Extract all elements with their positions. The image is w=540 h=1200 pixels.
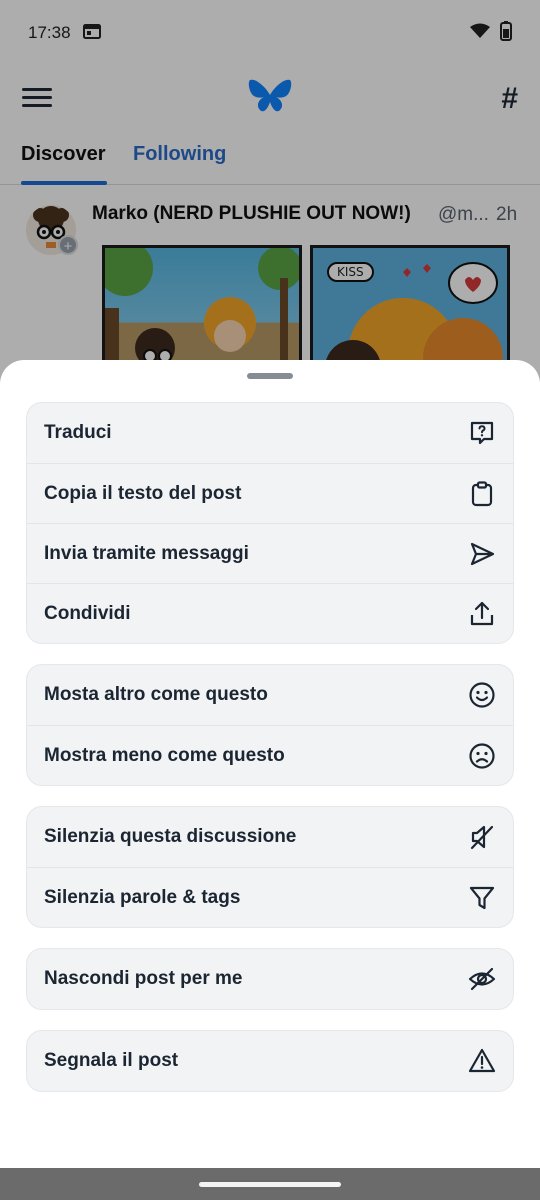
send-icon xyxy=(468,540,496,568)
menu-item-label: Silenzia parole & tags xyxy=(44,886,241,908)
menu-item-hide-post[interactable]: Nascondi post per me xyxy=(27,949,513,1009)
menu-item-show-less[interactable]: Mostra meno come questo xyxy=(27,725,513,785)
mute-icon xyxy=(468,823,496,851)
menu-item-label: Silenzia questa discussione xyxy=(44,826,297,847)
warning-icon xyxy=(468,1047,496,1075)
menu-item-label: Nascondi post per me xyxy=(44,968,243,989)
filter-icon xyxy=(468,884,496,912)
menu-item-label: Condividi xyxy=(44,602,131,624)
frown-icon xyxy=(468,742,496,770)
home-gesture-handle[interactable] xyxy=(199,1182,341,1187)
menu-item-label: Traduci xyxy=(44,422,112,443)
menu-item-copy-text[interactable]: Copia il testo del post xyxy=(27,463,513,523)
menu-item-mute-thread[interactable]: Silenzia questa discussione xyxy=(27,807,513,867)
post-options-sheet: Traduci Copia il testo del post Invia tr… xyxy=(0,360,540,1168)
menu-item-label: Segnala il post xyxy=(44,1050,179,1071)
menu-group-mute: Silenzia questa discussione Silenzia par… xyxy=(26,806,514,928)
menu-item-label: Mosta altro come questo xyxy=(44,684,268,705)
menu-item-show-more[interactable]: Mosta altro come questo xyxy=(27,665,513,725)
menu-item-label: Mostra meno come questo xyxy=(44,744,285,766)
menu-group-share: Traduci Copia il testo del post Invia tr… xyxy=(26,402,514,644)
menu-group-report: Segnala il post xyxy=(26,1030,514,1092)
menu-item-send-message[interactable]: Invia tramite messaggi xyxy=(27,523,513,583)
share-icon xyxy=(468,600,496,628)
menu-item-translate[interactable]: Traduci xyxy=(27,403,513,463)
sheet-drag-handle[interactable] xyxy=(247,373,293,379)
menu-group-hide: Nascondi post per me xyxy=(26,948,514,1010)
menu-item-label: Copia il testo del post xyxy=(44,482,242,504)
menu-item-report-post[interactable]: Segnala il post xyxy=(27,1031,513,1091)
eye-slash-icon xyxy=(468,965,496,993)
system-navigation-bar xyxy=(0,1168,540,1200)
menu-item-mute-words[interactable]: Silenzia parole & tags xyxy=(27,867,513,927)
menu-item-share[interactable]: Condividi xyxy=(27,583,513,643)
smile-icon xyxy=(468,681,496,709)
menu-item-label: Invia tramite messaggi xyxy=(44,542,249,564)
translate-icon xyxy=(468,419,496,447)
clipboard-icon xyxy=(468,480,496,508)
menu-group-feed-feedback: Mosta altro come questo Mostra meno come… xyxy=(26,664,514,786)
